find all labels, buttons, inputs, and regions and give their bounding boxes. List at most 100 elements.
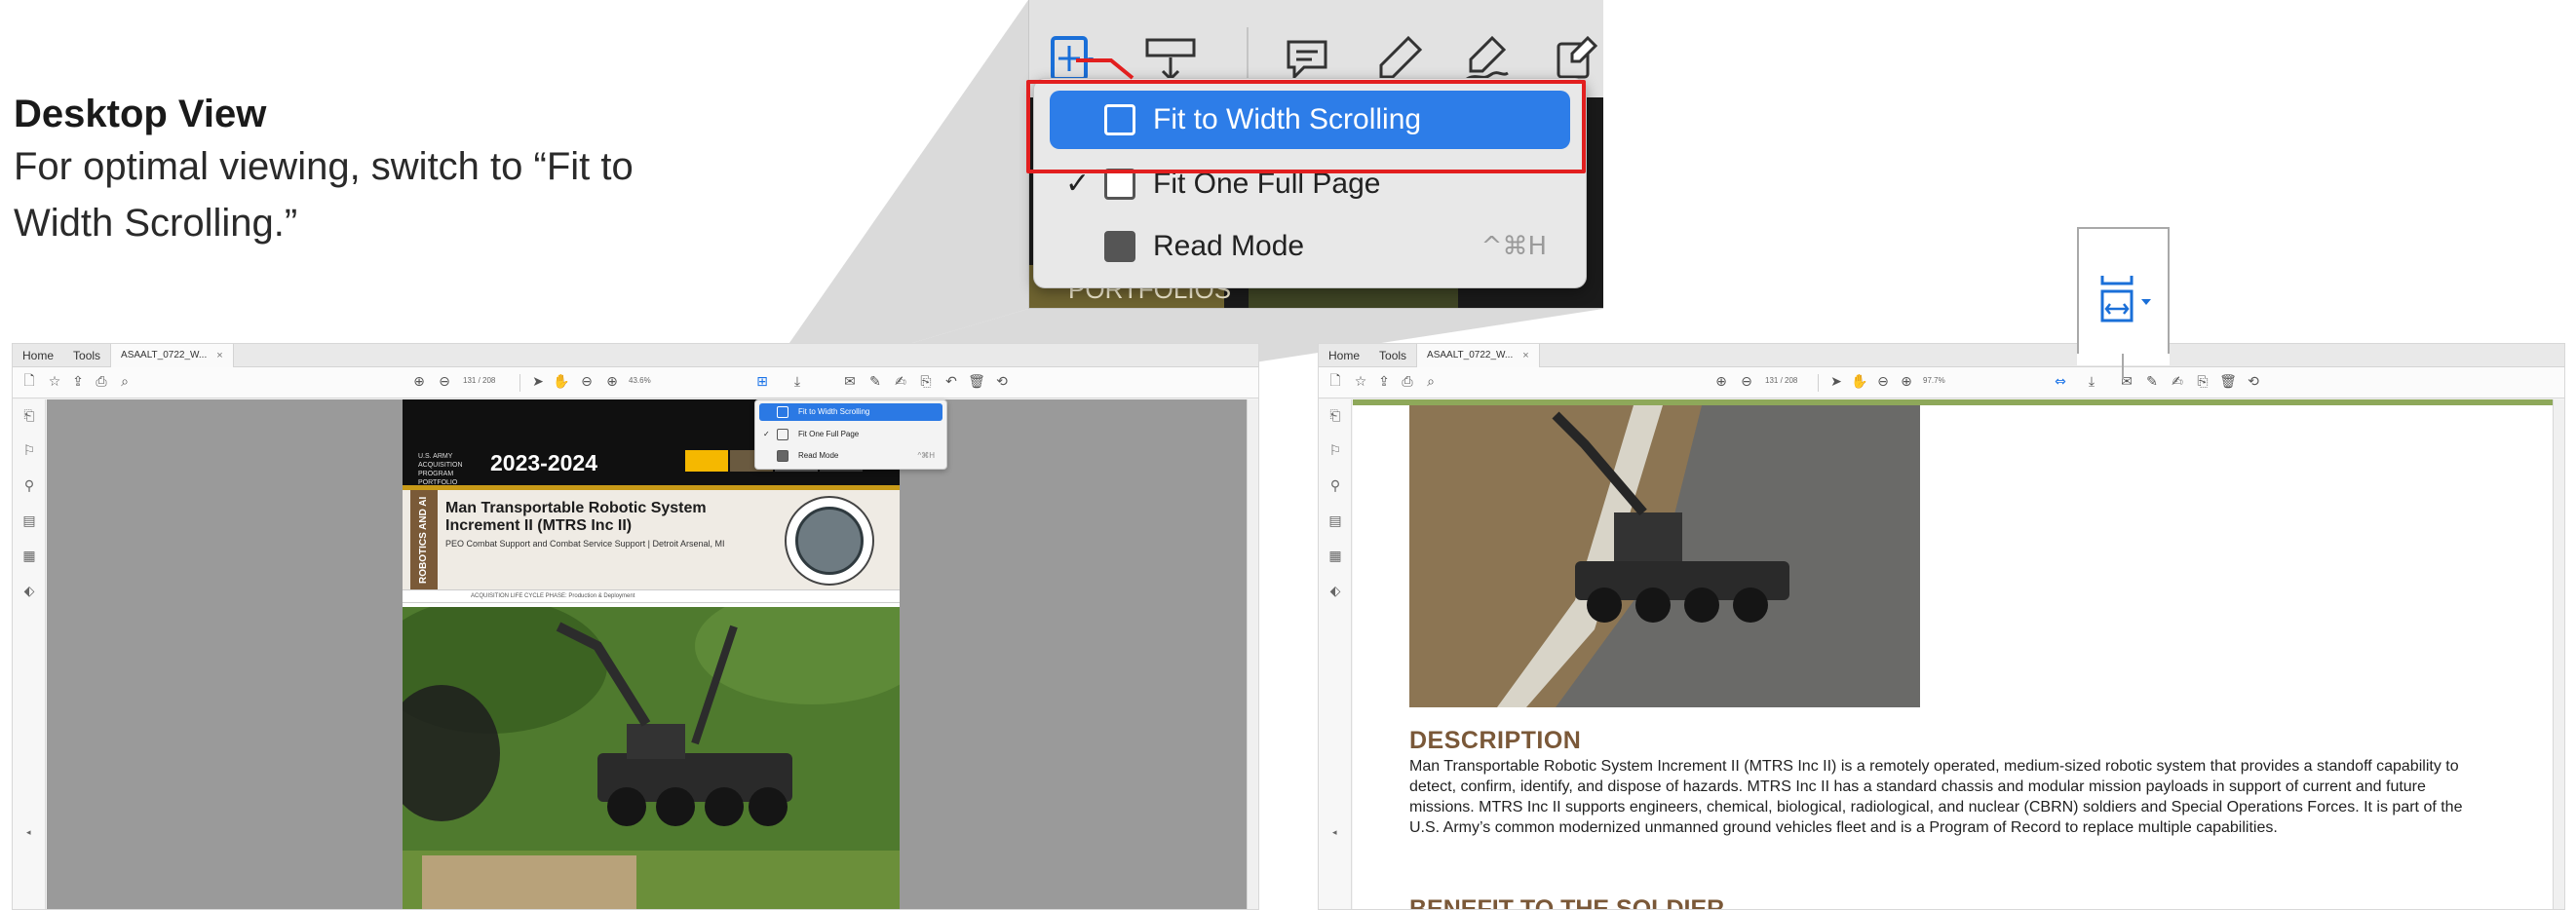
benefit-heading: BENEFIT TO THE SOLDIER [1409, 895, 1725, 910]
mini-read-mode-label: Read Mode [798, 451, 839, 460]
callout-pointer [1076, 58, 1134, 80]
pages-icon[interactable]: ⎗ [20, 407, 38, 425]
hand-icon[interactable]: ✋ [553, 373, 570, 391]
close-icon[interactable]: × [1522, 344, 1528, 367]
file-icon[interactable]: 🗋 [1326, 373, 1344, 391]
fit-width-scrolling-icon[interactable]: ⇔ [2052, 373, 2069, 391]
expand-rail-icon[interactable]: ◂ [1332, 828, 1337, 838]
zoom-level[interactable]: 97.7% [1923, 376, 1945, 385]
file-icon[interactable]: 🗋 [20, 373, 38, 391]
zoom-icon[interactable]: ⌕ [116, 373, 134, 391]
menu-item-read-mode[interactable]: Read Mode ^⌘H [1050, 217, 1570, 276]
tab-document[interactable]: ASAALT_0722_W... × [1416, 344, 1540, 367]
print-icon[interactable]: ⎙ [93, 373, 110, 391]
tab-document-label: ASAALT_0722_W... [1427, 349, 1514, 360]
upload-icon[interactable]: ⇪ [1375, 373, 1393, 391]
program-subtitle: PEO Combat Support and Combat Service Su… [445, 539, 725, 549]
mini-read-mode-shortcut: ^⌘H [917, 451, 935, 460]
mini-menu-item-read-mode[interactable]: Read Mode ^⌘H [759, 447, 942, 465]
layers-icon[interactable]: ▤ [1326, 512, 1344, 530]
page-up-icon[interactable]: ⊕ [410, 373, 428, 391]
lifecycle-phase: ACQUISITION LIFE CYCLE PHASE: Production… [403, 589, 900, 603]
description-text: Man Transportable Robotic System Increme… [1409, 758, 2463, 836]
fields-icon[interactable]: ▦ [20, 548, 38, 565]
tag-icon[interactable]: ⬖ [20, 583, 38, 600]
tab-bar: Home Tools ASAALT_0722_W... × [13, 344, 1258, 367]
tab-tools[interactable]: Tools [63, 344, 110, 367]
bookmark-icon[interactable]: ⚐ [1326, 442, 1344, 460]
left-rail: ⎗ ⚐ ⚲ ▤ ▦ ⬖ ◂ [13, 399, 46, 909]
zoom-out-icon[interactable]: ⊖ [578, 373, 596, 391]
expand-rail-icon[interactable]: ◂ [26, 828, 31, 838]
fields-icon[interactable]: ▦ [1326, 548, 1344, 565]
fit-width-scrolling-icon [777, 406, 788, 418]
tab-tools[interactable]: Tools [1369, 344, 1416, 367]
tab-home[interactable]: Home [1319, 344, 1369, 367]
scrollbar[interactable] [2553, 399, 2564, 909]
search-icon[interactable]: ⟲ [993, 373, 1011, 391]
page-down-icon[interactable]: ⊖ [436, 373, 453, 391]
left-rail: ⎗ ⚐ ⚲ ▤ ▦ ⬖ ◂ [1319, 399, 1352, 909]
comment-icon[interactable]: ✉ [2118, 373, 2135, 391]
checkmark-icon: ✓ [763, 430, 770, 438]
zoom-in-icon[interactable]: ⊕ [603, 373, 621, 391]
toolbar: 🗋 ☆ ⇪ ⎙ ⌕ ⊕ ⊖ 131 / 208 ➤ ✋ ⊖ ⊕ 43.6% ⊞ … [13, 367, 1258, 398]
select-arrow-icon[interactable]: ➤ [1827, 373, 1845, 391]
portfolio-label: U.S. ARMY ACQUISITION PROGRAM PORTFOLIO [418, 453, 463, 486]
robot-photo [1409, 405, 1920, 707]
pdf-page: U.S. ARMY ACQUISITION PROGRAM PORTFOLIO … [403, 399, 900, 909]
highlight-icon[interactable]: ✎ [866, 373, 884, 391]
page-view-icon[interactable]: ⊞ [753, 373, 771, 391]
comment-icon[interactable]: ✉ [841, 373, 859, 391]
attachment-icon[interactable]: ⚲ [20, 477, 38, 495]
page-down-icon[interactable]: ⊖ [1738, 373, 1755, 391]
program-seal-logo [785, 496, 874, 586]
stamp-icon[interactable]: ⎘ [917, 373, 935, 391]
fit-width-icon[interactable]: ⤓ [2083, 373, 2100, 391]
delete-icon[interactable]: 🗑 [968, 373, 985, 391]
mini-menu-item-fit-one-page[interactable]: ✓ Fit One Full Page [759, 426, 942, 443]
zoom-level[interactable]: 43.6% [629, 376, 651, 385]
mini-menu-item-fit-width[interactable]: Fit to Width Scrolling [759, 403, 942, 421]
close-icon[interactable]: × [216, 344, 222, 367]
toolbar-separator [1818, 374, 1819, 392]
zoom-in-icon[interactable]: ⊕ [1898, 373, 1915, 391]
star-icon[interactable]: ☆ [46, 373, 63, 391]
robot-photo [403, 607, 900, 909]
undo-icon[interactable]: ↶ [942, 373, 960, 391]
scrollbar[interactable] [1247, 399, 1258, 909]
bookmark-icon[interactable]: ⚐ [20, 442, 38, 460]
acrobat-window-left: Home Tools ASAALT_0722_W... × 🗋 ☆ ⇪ ⎙ ⌕ … [12, 343, 1259, 910]
zoom-out-icon[interactable]: ⊖ [1874, 373, 1892, 391]
stamp-icon[interactable]: ⎘ [2194, 373, 2211, 391]
program-title: Man Transportable Robotic System Increme… [445, 500, 707, 534]
delete-icon[interactable]: 🗑 [2219, 373, 2237, 391]
tab-document[interactable]: ASAALT_0722_W... × [110, 344, 234, 367]
page-up-icon[interactable]: ⊕ [1712, 373, 1730, 391]
portfolio-tab [685, 450, 728, 472]
attachment-icon[interactable]: ⚲ [1326, 477, 1344, 495]
page-number-readout[interactable]: 131 / 208 [463, 376, 495, 385]
page-number-readout[interactable]: 131 / 208 [1765, 376, 1797, 385]
program-header: ROBOTICS AND AI Man Transportable Roboti… [403, 490, 900, 589]
tab-home[interactable]: Home [13, 344, 63, 367]
zoom-icon[interactable]: ⌕ [1422, 373, 1440, 391]
star-icon[interactable]: ☆ [1352, 373, 1369, 391]
select-arrow-icon[interactable]: ➤ [529, 373, 547, 391]
read-mode-icon [777, 450, 788, 462]
fit-width-icon[interactable]: ⤓ [788, 373, 806, 391]
sign-icon[interactable]: ✍ [2169, 373, 2186, 391]
hand-icon[interactable]: ✋ [1851, 373, 1868, 391]
tab-bar: Home Tools ASAALT_0722_W... × [1319, 344, 2564, 367]
highlight-icon[interactable]: ✎ [2143, 373, 2161, 391]
upload-icon[interactable]: ⇪ [69, 373, 87, 391]
search-icon[interactable]: ⟲ [2245, 373, 2262, 391]
fit-one-page-icon [777, 429, 788, 440]
print-icon[interactable]: ⎙ [1399, 373, 1416, 391]
sign-icon[interactable]: ✍ [892, 373, 909, 391]
tag-icon[interactable]: ⬖ [1326, 583, 1344, 600]
callout-connector [2122, 354, 2124, 379]
fit-width-scrolling-icon[interactable] [2093, 272, 2157, 326]
pages-icon[interactable]: ⎗ [1326, 407, 1344, 425]
layers-icon[interactable]: ▤ [20, 512, 38, 530]
